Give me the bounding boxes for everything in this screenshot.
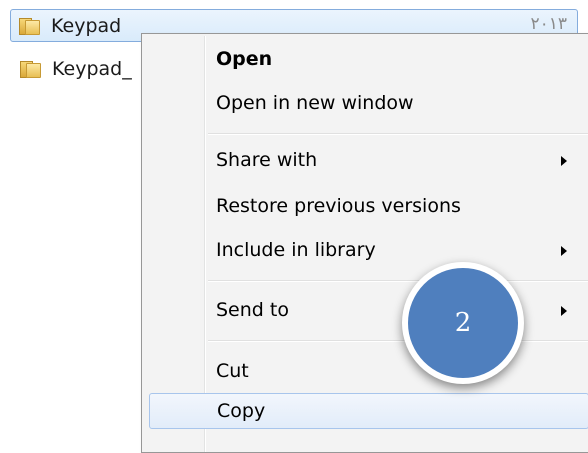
submenu-arrow-icon bbox=[561, 246, 567, 256]
menu-item-label: Copy bbox=[217, 400, 266, 422]
context-menu: Open Open in new window Share with Resto… bbox=[141, 33, 588, 453]
menu-item-open[interactable]: Open bbox=[145, 42, 585, 78]
step-callout: 2 bbox=[402, 262, 524, 384]
menu-item-label: Restore previous versions bbox=[216, 195, 461, 217]
step-number: 2 bbox=[408, 268, 518, 378]
menu-item-cut[interactable]: Cut bbox=[145, 354, 585, 390]
folder-icon bbox=[19, 17, 41, 35]
menu-item-restore-previous-versions[interactable]: Restore previous versions bbox=[145, 189, 585, 225]
menu-item-open-new-window[interactable]: Open in new window bbox=[145, 86, 585, 122]
folder-icon bbox=[20, 60, 42, 78]
file-name: Keypad_ bbox=[52, 58, 132, 80]
menu-separator bbox=[208, 280, 588, 282]
menu-item-label: Open bbox=[216, 48, 273, 70]
file-row-keypad-2[interactable]: Keypad_ bbox=[12, 55, 132, 83]
menu-item-label: Share with bbox=[216, 149, 318, 171]
menu-separator bbox=[208, 133, 588, 135]
menu-item-label: Send to bbox=[216, 299, 289, 321]
menu-separator bbox=[208, 340, 588, 342]
file-name: Keypad bbox=[51, 14, 122, 37]
menu-item-label: Cut bbox=[216, 360, 249, 382]
menu-item-label: Open in new window bbox=[216, 92, 414, 114]
submenu-arrow-icon bbox=[561, 156, 567, 166]
menu-item-share-with[interactable]: Share with bbox=[145, 143, 585, 179]
menu-item-include-in-library[interactable]: Include in library bbox=[145, 233, 585, 269]
submenu-arrow-icon bbox=[561, 306, 567, 316]
file-date: ٢٠١٣ bbox=[530, 14, 567, 34]
menu-item-copy[interactable]: Copy bbox=[149, 393, 588, 429]
menu-item-label: Include in library bbox=[216, 239, 376, 261]
